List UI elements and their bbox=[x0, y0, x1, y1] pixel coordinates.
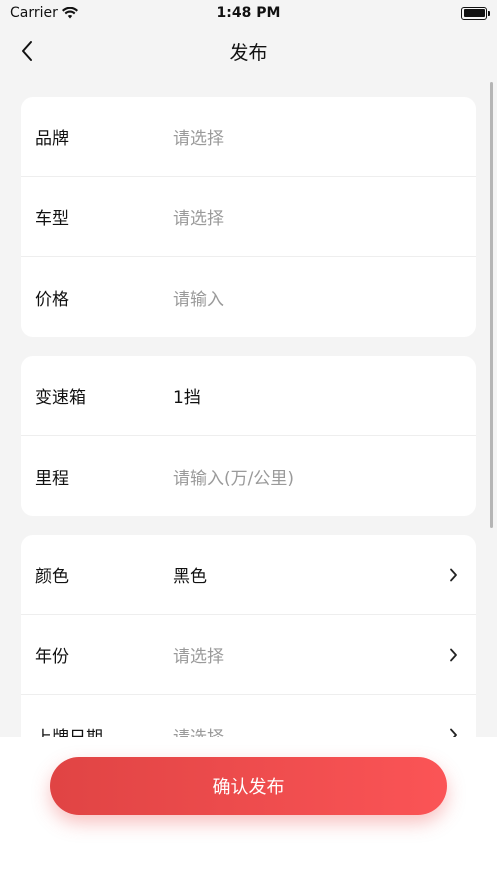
color-value[interactable]: 黑色 bbox=[173, 562, 446, 587]
brand-label: 品牌 bbox=[35, 129, 69, 149]
battery-level bbox=[463, 9, 485, 17]
gearbox-row[interactable]: 变速箱 1挡 bbox=[21, 356, 476, 436]
price-label: 价格 bbox=[35, 289, 69, 310]
registration-date-row[interactable]: 上牌日期 请选择 bbox=[21, 695, 476, 737]
mileage-label: 里程 bbox=[35, 468, 69, 489]
status-left: Carrier bbox=[10, 5, 78, 21]
brand-select[interactable]: 请选择 bbox=[173, 124, 462, 149]
chevron-left-icon bbox=[22, 41, 32, 61]
chevron-right-icon bbox=[446, 648, 460, 662]
year-row[interactable]: 年份 请选择 bbox=[21, 615, 476, 695]
mileage-input[interactable]: 请输入(万/公里) bbox=[173, 464, 462, 489]
color-label: 颜色 bbox=[35, 567, 69, 587]
gearbox-label: 变速箱 bbox=[35, 388, 86, 408]
model-row[interactable]: 车型 请选择 bbox=[21, 177, 476, 257]
footer: 确认发布 bbox=[0, 737, 497, 883]
chevron-right-icon bbox=[446, 728, 460, 737]
form-card-basic: 品牌 请选择 车型 请选择 价格 请输入 bbox=[21, 97, 476, 337]
brand-row[interactable]: 品牌 请选择 bbox=[21, 97, 476, 177]
status-bar: Carrier 1:48 PM bbox=[0, 0, 497, 26]
registration-date-select[interactable]: 请选择 bbox=[173, 723, 446, 738]
form-card-specs: 变速箱 1挡 里程 请输入(万/公里) bbox=[21, 356, 476, 516]
page-title: 发布 bbox=[229, 41, 268, 64]
year-select[interactable]: 请选择 bbox=[173, 642, 446, 667]
price-row[interactable]: 价格 请输入 bbox=[21, 257, 476, 337]
year-label: 年份 bbox=[35, 647, 69, 667]
scroll-indicator[interactable] bbox=[490, 82, 493, 528]
chevron-right-icon bbox=[446, 568, 460, 582]
model-label: 车型 bbox=[35, 209, 69, 229]
mileage-row[interactable]: 里程 请输入(万/公里) bbox=[21, 436, 476, 516]
form-content[interactable]: 品牌 请选择 车型 请选择 价格 请输入 变速箱 1挡 里程 请输入(万/公里)… bbox=[0, 76, 497, 737]
model-select[interactable]: 请选择 bbox=[173, 204, 462, 229]
color-row[interactable]: 颜色 黑色 bbox=[21, 535, 476, 615]
carrier-label: Carrier bbox=[10, 5, 58, 21]
price-input[interactable]: 请输入 bbox=[173, 285, 462, 310]
wifi-icon bbox=[61, 7, 78, 19]
form-card-details: 颜色 黑色 年份 请选择 上牌日期 请选择 bbox=[21, 535, 476, 737]
confirm-publish-button[interactable]: 确认发布 bbox=[50, 757, 447, 815]
nav-bar: 发布 bbox=[0, 26, 497, 76]
battery-icon bbox=[461, 6, 490, 20]
back-button[interactable] bbox=[12, 36, 42, 66]
registration-date-label: 上牌日期 bbox=[35, 723, 173, 738]
gearbox-value[interactable]: 1挡 bbox=[173, 383, 462, 408]
